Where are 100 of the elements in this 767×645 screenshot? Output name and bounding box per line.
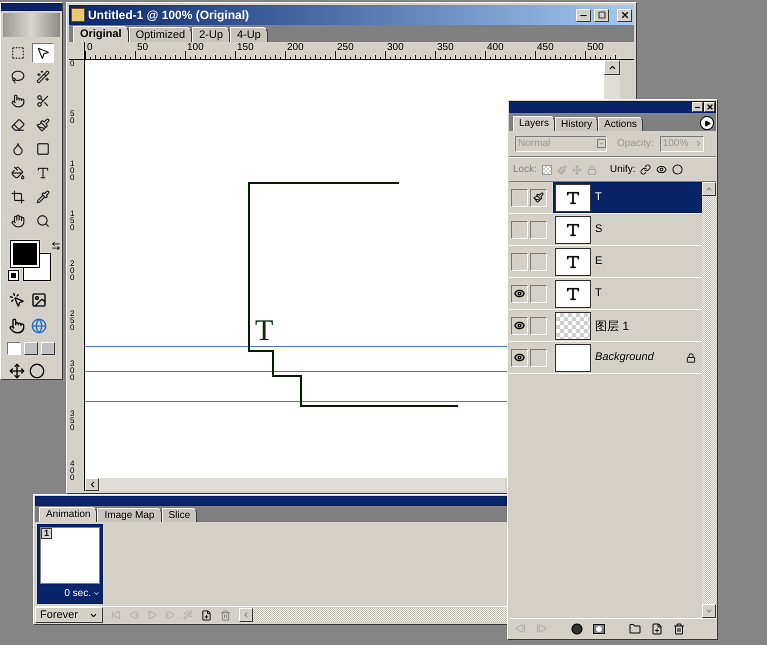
ruler-label: 100 (70, 160, 76, 181)
scroll-up-icon[interactable] (608, 63, 616, 72)
ruler-label: 50 (137, 42, 148, 53)
layer-name: T (595, 190, 603, 206)
mask-icon[interactable] (593, 624, 605, 634)
view-tab[interactable]: 2-Up (192, 27, 230, 42)
ruler-label: 400 (70, 460, 76, 481)
link-brush-toggle[interactable] (530, 348, 547, 366)
layer-row[interactable]: 图层 1 (509, 310, 702, 342)
ruler-label: 250 (337, 42, 354, 53)
eye-icon (514, 320, 525, 331)
frame-number: 1 (41, 528, 52, 539)
minimize-button[interactable] (576, 8, 591, 22)
panel-tab[interactable]: Image Map (97, 508, 162, 522)
ruler-label: 100 (187, 42, 204, 53)
eye-icon (514, 288, 525, 299)
visibility-toggle[interactable] (511, 284, 528, 302)
link-brush-toggle[interactable] (530, 252, 547, 270)
visibility-toggle[interactable] (511, 348, 528, 366)
maximize-button[interactable] (594, 8, 609, 22)
ruler-label: 200 (287, 42, 304, 53)
ruler-label: 500 (587, 42, 604, 53)
eye-icon[interactable] (656, 164, 668, 175)
view-tab[interactable]: Optimized (128, 27, 192, 42)
trash-icon[interactable] (673, 622, 685, 634)
horizontal-scrollbar[interactable] (239, 608, 509, 622)
caret-icon (597, 139, 606, 148)
close-icon (620, 10, 630, 20)
text-layer-thumbnail (555, 280, 591, 308)
ruler-label: 0 (87, 42, 93, 53)
triangle-icon (704, 120, 710, 126)
layer-name: 图层 1 (595, 318, 630, 334)
transparent-layer-thumbnail (555, 312, 591, 340)
layer-row[interactable]: T (509, 278, 702, 310)
scroll-down-icon[interactable] (705, 607, 713, 615)
layer-name: S (595, 222, 604, 238)
circle-icon[interactable] (672, 164, 684, 175)
toolbox-title-bar (1, 3, 62, 12)
link-brush-toggle[interactable] (530, 220, 547, 238)
layer-name: Background (595, 350, 655, 366)
panel-tab[interactable]: Layers (513, 116, 556, 131)
ruler-label: 400 (487, 42, 504, 53)
panel-tab[interactable]: History (555, 117, 598, 131)
lock-transparency-icon[interactable] (542, 164, 552, 174)
panel-tab[interactable]: Actions (598, 117, 643, 131)
visibility-toggle[interactable] (511, 220, 528, 238)
logo-image (3, 13, 60, 38)
visibility-toggle[interactable] (511, 316, 528, 334)
view-tab[interactable]: Original (73, 26, 129, 42)
text-layer-thumbnail (555, 184, 591, 212)
opacity-label: Opacity: (617, 137, 654, 151)
color-swatches-drawing[interactable] (11, 241, 52, 282)
ruler-label: 150 (237, 42, 254, 53)
eye-icon (514, 352, 525, 363)
layer-row[interactable]: S (509, 214, 702, 246)
globe-icon[interactable] (31, 318, 47, 334)
text-layer-thumbnail (555, 216, 591, 244)
frame-delay[interactable]: 0 sec. (64, 586, 91, 601)
unify-label: Unify: (610, 163, 636, 177)
caret-icon[interactable] (93, 590, 100, 597)
new-frame-icon[interactable] (201, 610, 212, 620)
ruler-label: 450 (537, 42, 554, 53)
close-icon (706, 103, 714, 111)
maximize-icon (598, 11, 606, 19)
panel-menu-button[interactable] (700, 116, 714, 130)
layer-row[interactable]: Background (509, 342, 702, 374)
ruler-label: 350 (70, 410, 76, 431)
link-brush-toggle[interactable] (530, 188, 547, 206)
folder-icon[interactable] (629, 622, 641, 634)
visibility-toggle[interactable] (511, 252, 528, 270)
text-layer-thumbnail (555, 248, 591, 276)
horizontal-scrollbar[interactable] (85, 478, 505, 491)
lock-label: Lock: (513, 163, 537, 177)
default-colors-icon[interactable] (9, 271, 18, 280)
effects-icon[interactable] (571, 622, 583, 634)
view-tab[interactable]: 4-Up (230, 27, 268, 42)
window-title: Untitled-1 @ 100% (Original) (88, 7, 250, 24)
animation-frame[interactable]: 1 0 sec. (37, 524, 103, 604)
pointer-hand-icon[interactable] (9, 292, 25, 308)
close-button[interactable] (617, 8, 632, 22)
document-icon (71, 8, 85, 22)
ruler-label: 0 (70, 60, 76, 67)
jump-to-icon[interactable] (9, 363, 25, 379)
panel-tab[interactable]: Slice (162, 508, 198, 522)
ruler-label: 50 (70, 110, 76, 124)
link-brush-toggle[interactable] (530, 316, 547, 334)
swap-arrows-icon[interactable] (51, 241, 61, 252)
vertical-scrollbar[interactable] (702, 182, 716, 618)
visibility-toggle[interactable] (511, 188, 528, 206)
link-brush-toggle[interactable] (530, 284, 547, 302)
layer-name: T (595, 286, 603, 302)
pointer-icon[interactable] (9, 318, 25, 334)
ruler-label: 250 (70, 310, 76, 331)
panel-tab[interactable]: Animation (39, 507, 98, 522)
new-layer-icon[interactable] (651, 622, 663, 634)
link-icon[interactable] (640, 164, 652, 175)
layer-row[interactable]: E (509, 246, 702, 278)
loop-dropdown[interactable]: Forever (35, 607, 103, 623)
close-button[interactable] (704, 102, 715, 112)
minimize-button[interactable] (692, 102, 703, 112)
